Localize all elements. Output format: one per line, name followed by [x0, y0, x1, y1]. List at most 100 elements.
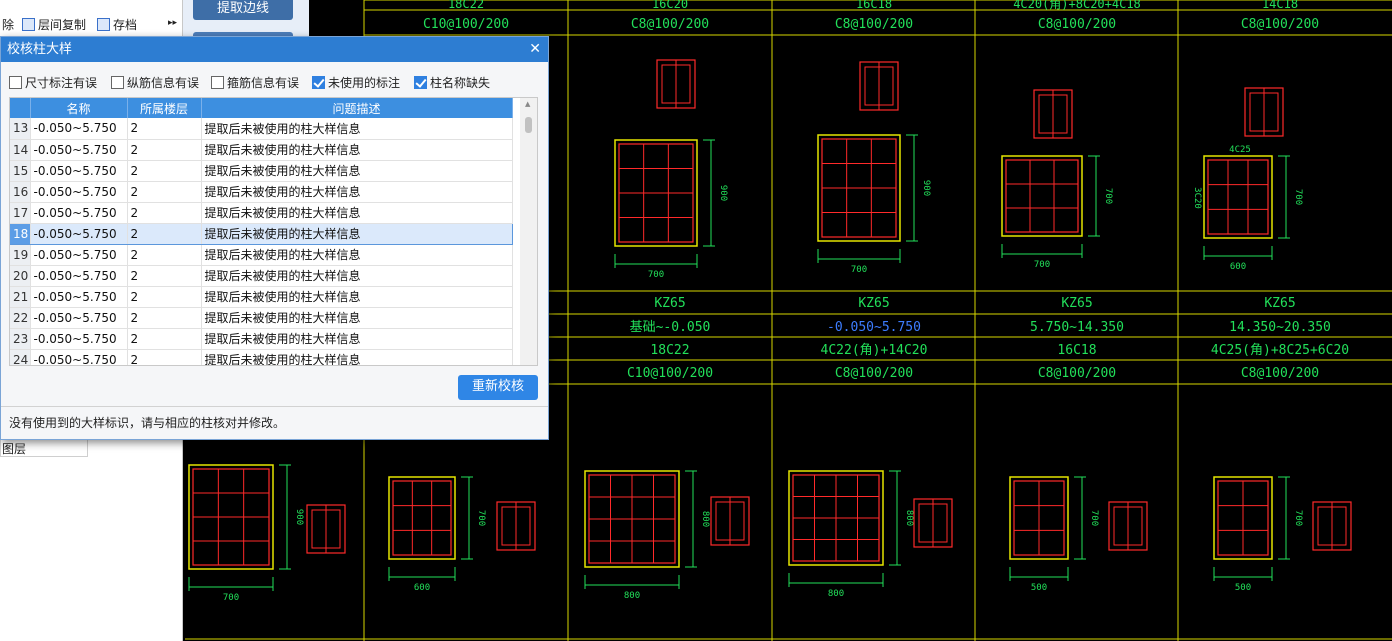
dim-width-label: 600	[414, 583, 430, 593]
cell-name: -0.050~5.750	[30, 307, 128, 329]
dim-height-label: 700	[1089, 510, 1099, 526]
cell-name: -0.050~5.750	[30, 328, 128, 350]
filter-longitudinal-error[interactable]: 纵筋信息有误	[111, 74, 199, 91]
more-icon[interactable]: ▸▸	[168, 18, 177, 28]
cad-column-name: KZ65	[858, 296, 889, 311]
section-note-label: 3C20	[1192, 187, 1202, 209]
copy-floor-button[interactable]: 层间复制	[22, 16, 86, 33]
cell-description: 提取后未被使用的柱大样信息	[201, 202, 513, 224]
close-icon[interactable]: ✕	[529, 37, 541, 62]
top-column-section-outline	[1001, 155, 1083, 237]
checkbox[interactable]	[111, 76, 124, 89]
dialog-title: 校核柱大样	[7, 42, 73, 57]
dim-width-label: 600	[1230, 262, 1246, 272]
dim-height-label: 700	[1293, 189, 1303, 205]
save-icon	[97, 18, 110, 31]
cell-floor: 2	[127, 307, 202, 329]
cell-name: -0.050~5.750	[30, 118, 128, 140]
row-number: 23	[10, 328, 31, 350]
top-column-section-stirrup	[1207, 159, 1269, 235]
cad-column-name: KZ65	[1264, 296, 1295, 311]
column-header-description[interactable]: 问题描述	[201, 98, 513, 118]
cell-name: -0.050~5.750	[30, 160, 128, 182]
filter-stirrup-error[interactable]: 箍筋信息有误	[211, 74, 299, 91]
cell-floor: 2	[127, 349, 202, 365]
checkbox[interactable]	[312, 76, 325, 89]
table-row[interactable]: 13 -0.050~5.750 2 提取后未被使用的柱大样信息	[10, 118, 513, 140]
row-number: 16	[10, 181, 31, 203]
row-number: 18	[10, 222, 31, 245]
cad-stirrup-label: C8@100/200	[1241, 17, 1319, 32]
row-number: 24	[10, 349, 31, 365]
cell-floor: 2	[127, 244, 202, 266]
cell-floor: 2	[127, 265, 202, 287]
cell-description: 提取后未被使用的柱大样信息	[201, 139, 513, 161]
filter-unused-annotation[interactable]: 未使用的标注	[312, 74, 400, 91]
save-button[interactable]: 存档	[97, 16, 137, 33]
table-row[interactable]: 14 -0.050~5.750 2 提取后未被使用的柱大样信息	[10, 139, 513, 161]
cad-stirrup-label: C8@100/200	[835, 366, 913, 381]
scroll-thumb[interactable]	[525, 117, 532, 133]
cell-description: 提取后未被使用的柱大样信息	[201, 222, 513, 245]
cell-name: -0.050~5.750	[30, 286, 128, 308]
cad-elevation: 基础~-0.050	[630, 320, 711, 335]
checkbox[interactable]	[414, 76, 427, 89]
delete-button[interactable]: 除	[2, 16, 14, 33]
table-row[interactable]: 16 -0.050~5.750 2 提取后未被使用的柱大样信息	[10, 181, 513, 203]
table-row[interactable]: 20 -0.050~5.750 2 提取后未被使用的柱大样信息	[10, 265, 513, 287]
dim-width-label: 700	[1034, 260, 1050, 270]
cell-description: 提取后未被使用的柱大样信息	[201, 244, 513, 266]
dim-height-label: 900	[921, 180, 931, 196]
cell-description: 提取后未被使用的柱大样信息	[201, 307, 513, 329]
cad-stirrup-label: C8@100/200	[1038, 366, 1116, 381]
dim-width-label: 700	[851, 265, 867, 275]
cad-rebar-label: 16C20	[652, 0, 688, 11]
cad-column-name: KZ65	[1061, 296, 1092, 311]
vertical-scrollbar[interactable]: ▲	[520, 98, 537, 365]
dialog-titlebar[interactable]: 校核柱大样 ✕	[1, 37, 548, 62]
table-row[interactable]: 23 -0.050~5.750 2 提取后未被使用的柱大样信息	[10, 328, 513, 350]
filter-dimension-error[interactable]: 尺寸标注有误	[9, 74, 97, 91]
section-note-label: 4C25	[1229, 145, 1251, 155]
row-number: 21	[10, 286, 31, 308]
recheck-button[interactable]: 重新校核	[458, 375, 538, 400]
cad-rebar-label: 18C22	[650, 343, 689, 358]
cad-stirrup-label: C8@100/200	[835, 17, 913, 32]
row-number: 22	[10, 307, 31, 329]
cad-elevation: -0.050~5.750	[827, 320, 921, 335]
cell-description: 提取后未被使用的柱大样信息	[201, 118, 513, 140]
cad-rebar-label: 18C22	[448, 0, 484, 11]
dim-width-label: 800	[624, 591, 640, 601]
row-number: 20	[10, 265, 31, 287]
copy-floor-icon	[22, 18, 35, 31]
checkbox[interactable]	[211, 76, 224, 89]
cad-rebar-label: 4C20(角)+8C20+4C18	[1013, 0, 1141, 11]
cad-rebar-label: 14C18	[1262, 0, 1298, 11]
bottom-column-section-stirrup	[392, 480, 452, 556]
row-number: 15	[10, 160, 31, 182]
extract-edge-button[interactable]: 提取边线	[193, 0, 293, 20]
dim-width-label: 800	[828, 589, 844, 599]
table-row[interactable]: 17 -0.050~5.750 2 提取后未被使用的柱大样信息	[10, 202, 513, 224]
table-row[interactable]: 24 -0.050~5.750 2 提取后未被使用的柱大样信息	[10, 349, 513, 365]
dim-width-label: 700	[648, 270, 664, 280]
cell-description: 提取后未被使用的柱大样信息	[201, 328, 513, 350]
table-row[interactable]: 22 -0.050~5.750 2 提取后未被使用的柱大样信息	[10, 307, 513, 329]
column-header-floor[interactable]: 所属楼层	[127, 98, 202, 118]
filter-label: 未使用的标注	[328, 76, 401, 90]
table-row[interactable]: 19 -0.050~5.750 2 提取后未被使用的柱大样信息	[10, 244, 513, 266]
layer-field[interactable]: 图层	[0, 437, 88, 457]
column-header-name[interactable]: 名称	[30, 98, 128, 118]
table-row[interactable]: 18 -0.050~5.750 2 提取后未被使用的柱大样信息	[10, 222, 513, 245]
filter-label: 尺寸标注有误	[25, 76, 98, 90]
cad-rebar-label: 4C25(角)+8C25+6C20	[1211, 343, 1349, 358]
scroll-up-icon[interactable]: ▲	[525, 100, 530, 108]
left-toolbar: 除 层间复制 存档 ▸▸	[0, 10, 183, 36]
filter-missing-name[interactable]: 柱名称缺失	[414, 74, 490, 91]
table-row[interactable]: 15 -0.050~5.750 2 提取后未被使用的柱大样信息	[10, 160, 513, 182]
table-row[interactable]: 21 -0.050~5.750 2 提取后未被使用的柱大样信息	[10, 286, 513, 308]
checkbox[interactable]	[9, 76, 22, 89]
cell-name: -0.050~5.750	[30, 349, 128, 365]
dialog-divider	[1, 406, 548, 407]
cad-rebar-label: 4C22(角)+14C20	[821, 343, 928, 358]
